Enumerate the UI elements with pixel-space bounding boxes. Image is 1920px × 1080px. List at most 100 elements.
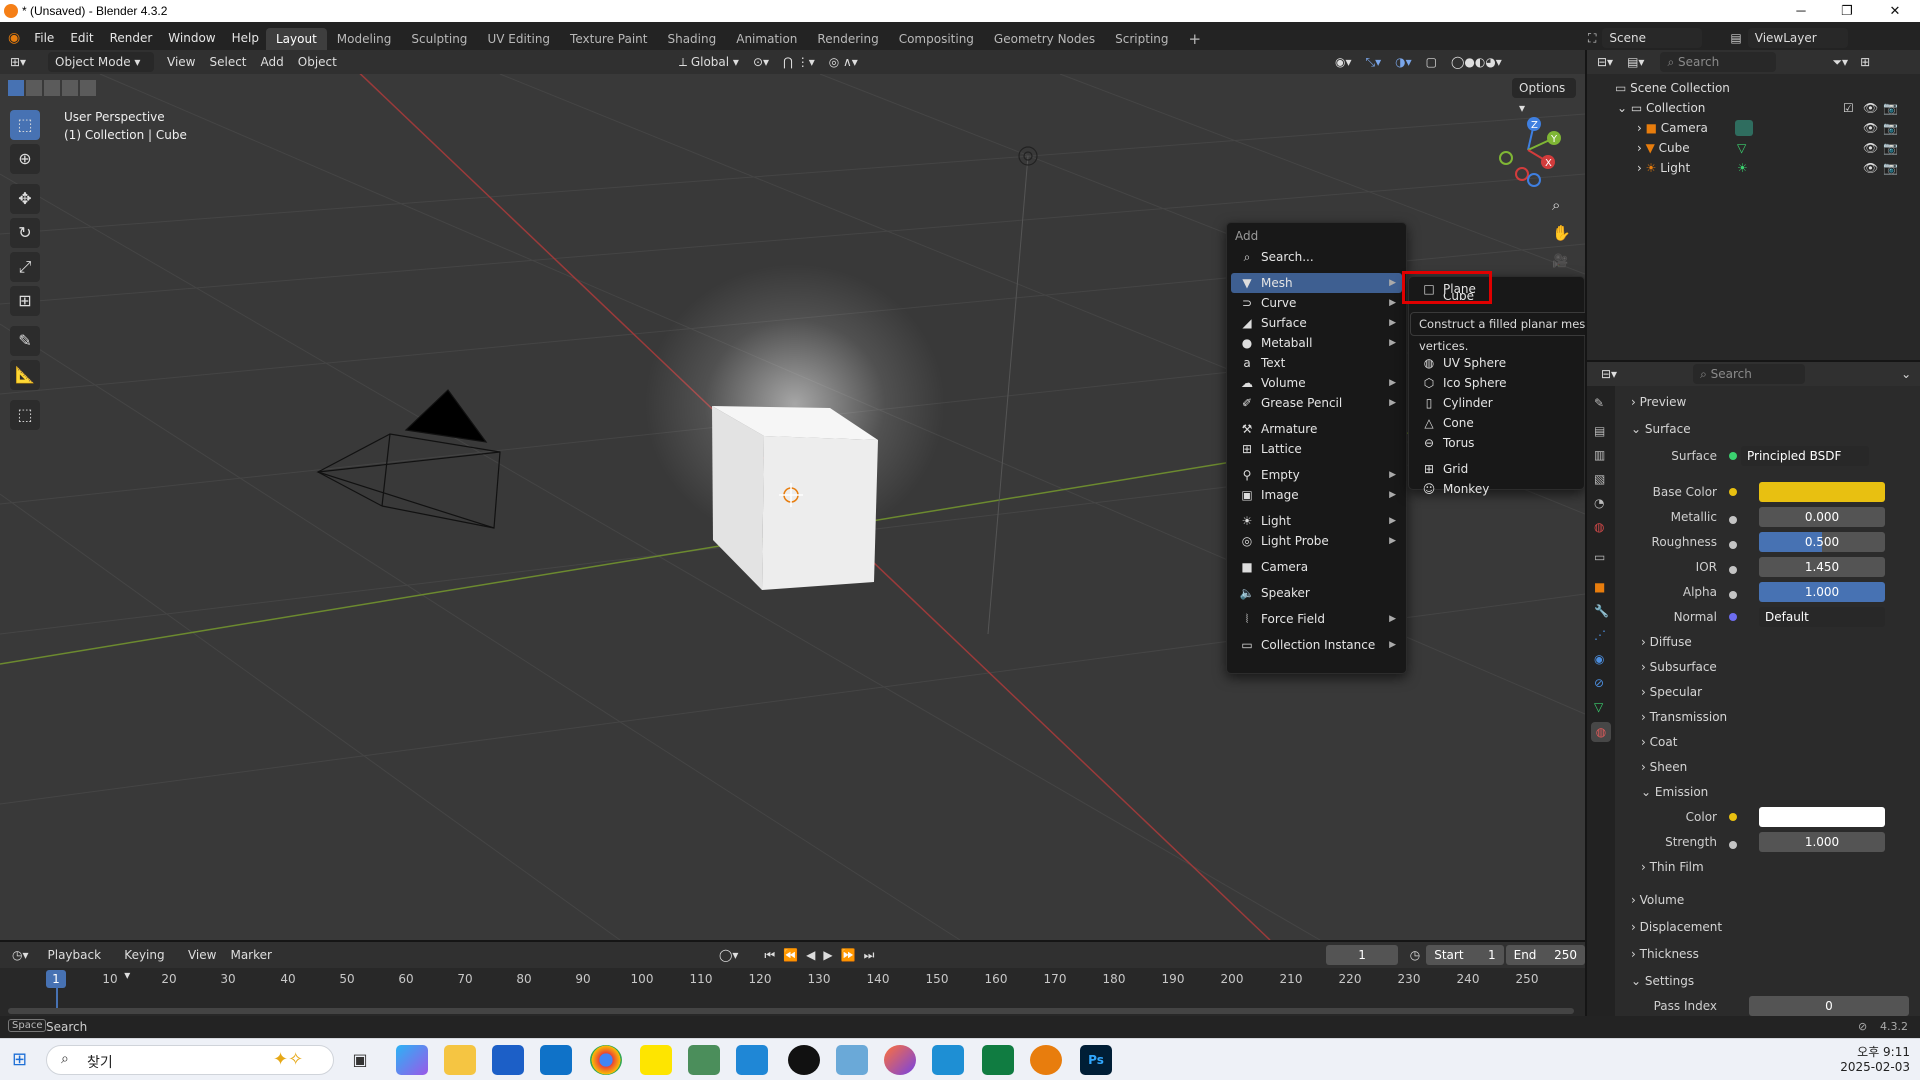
mesh-cylinder-item[interactable]: ▯ Cylinder: [1413, 393, 1580, 413]
mesh-monkey-item[interactable]: ☺ Monkey: [1413, 479, 1580, 499]
mesh-torus-item[interactable]: ⊖ Torus: [1413, 433, 1580, 453]
shading-modes-icon[interactable]: ◯●◐◕▾: [1444, 52, 1509, 72]
new-collection-icon[interactable]: ⊞: [1860, 55, 1870, 69]
collection-camera-icon[interactable]: 📷: [1883, 98, 1898, 118]
data-tab-icon[interactable]: ▽: [1594, 700, 1603, 714]
thickness-section[interactable]: › Thickness: [1631, 944, 1699, 964]
tab-shading[interactable]: Shading: [657, 28, 726, 50]
current-frame-field[interactable]: 1: [1326, 945, 1398, 965]
play-icon[interactable]: ▶: [823, 948, 832, 962]
collection-eye-icon[interactable]: 👁: [1863, 98, 1878, 118]
add-menu-camera[interactable]: ■ Camera: [1231, 557, 1402, 577]
tab-animation[interactable]: Animation: [726, 28, 807, 50]
outliner-item-camera[interactable]: › ■ Camera 👁 📷: [1637, 118, 1917, 138]
file-explorer-icon[interactable]: [444, 1045, 476, 1075]
add-menu-grease-pencil[interactable]: ✐ Grease Pencil ▶: [1231, 393, 1402, 413]
add-menu-lattice[interactable]: ⊞ Lattice: [1231, 439, 1402, 459]
select-extend-icon[interactable]: [26, 80, 42, 96]
maximize-button[interactable]: ❐: [1824, 0, 1870, 22]
view-layer-tab-icon[interactable]: ▧: [1594, 472, 1605, 486]
kakaotalk-icon[interactable]: [640, 1045, 672, 1075]
outliner-item-light[interactable]: › ☀ Light ☀ 👁 📷: [1637, 158, 1917, 178]
menu-add[interactable]: Add: [254, 52, 291, 72]
transmission-section[interactable]: › Transmission: [1641, 707, 1727, 727]
pan-hand-icon[interactable]: ✋: [1552, 224, 1571, 242]
jump-keyframe-forward-icon[interactable]: ⏩: [841, 948, 856, 962]
volume-section[interactable]: › Volume: [1631, 890, 1684, 910]
constraints-tab-icon[interactable]: ⊘: [1594, 676, 1604, 690]
record-icon[interactable]: [788, 1045, 820, 1075]
add-menu-curve[interactable]: ⊃ Curve ▶: [1231, 293, 1402, 313]
tab-geometry-nodes[interactable]: Geometry Nodes: [984, 28, 1105, 50]
collection-tab-icon[interactable]: ▭: [1594, 550, 1605, 564]
visibility-icon[interactable]: ◉▾: [1328, 52, 1359, 72]
properties-search-input[interactable]: ⌕ Search: [1693, 364, 1806, 384]
task-view-icon[interactable]: ▣: [344, 1045, 376, 1075]
light-render-icon[interactable]: 📷: [1883, 158, 1898, 178]
add-menu-volume[interactable]: ☁ Volume ▶: [1231, 373, 1402, 393]
3d-viewport[interactable]: User Perspective (1) Collection | Cube ⬚…: [0, 74, 1585, 940]
keying-menu[interactable]: Keying ▾: [117, 945, 181, 982]
cube-render-icon[interactable]: 📷: [1883, 138, 1898, 158]
outliner-search-input[interactable]: ⌕ Search: [1660, 52, 1777, 72]
copilot-app-icon[interactable]: [396, 1045, 428, 1075]
taskbar-search-box[interactable]: ⌕ 찾기 ✦✧: [46, 1045, 334, 1075]
vscode-icon[interactable]: [736, 1045, 768, 1075]
tab-compositing[interactable]: Compositing: [889, 28, 984, 50]
viewlayer-selector[interactable]: ViewLayer: [1747, 28, 1848, 48]
select-subtract-icon[interactable]: [44, 80, 60, 96]
menu-window[interactable]: Window: [160, 27, 223, 49]
tab-rendering[interactable]: Rendering: [807, 28, 888, 50]
transform-tool-icon[interactable]: ⊞: [10, 286, 40, 316]
add-menu-image[interactable]: ▣ Image ▶: [1231, 485, 1402, 505]
timeline-view-menu[interactable]: View: [181, 945, 223, 965]
menu-view[interactable]: View: [160, 52, 202, 72]
tab-layout[interactable]: Layout: [266, 28, 327, 50]
scene-selector[interactable]: Scene: [1602, 28, 1703, 48]
notes-app-icon[interactable]: [836, 1045, 868, 1075]
overlay-toggle-icon[interactable]: ◑▾: [1388, 52, 1419, 72]
marker-menu[interactable]: Marker: [223, 945, 278, 965]
modifier-tab-icon[interactable]: 🔧: [1594, 604, 1609, 618]
outlook-icon[interactable]: [540, 1045, 572, 1075]
settings-section[interactable]: ⌄ Settings: [1631, 971, 1694, 991]
timeline-scrollbar[interactable]: [8, 1008, 1574, 1014]
coat-section[interactable]: › Coat: [1641, 732, 1677, 752]
add-menu-empty[interactable]: ⚲ Empty ▶: [1231, 465, 1402, 485]
surface-shader-field[interactable]: Principled BSDF: [1741, 446, 1869, 466]
photoshop-icon[interactable]: Ps: [1080, 1045, 1112, 1075]
tool-tab-icon[interactable]: ✎: [1594, 396, 1604, 410]
object-tab-icon[interactable]: ■: [1594, 580, 1605, 594]
add-menu-search[interactable]: ⌕ Search...: [1231, 247, 1402, 267]
annotate-tool-icon[interactable]: ✎: [10, 326, 40, 356]
filter-icon[interactable]: ⏷▾: [1832, 55, 1848, 70]
calculator-icon[interactable]: [688, 1045, 720, 1075]
excel-icon[interactable]: [982, 1045, 1014, 1075]
world-tab-icon[interactable]: ◍: [1594, 520, 1604, 534]
camera-eye-icon[interactable]: 👁: [1863, 118, 1878, 138]
editor-type-icon[interactable]: ⊞▾: [10, 55, 36, 69]
tab-uv-editing[interactable]: UV Editing: [477, 28, 560, 50]
thin-film-section[interactable]: › Thin Film: [1641, 857, 1704, 877]
zoom-icon[interactable]: ⌕: [1552, 196, 1560, 214]
outliner-editor-icon[interactable]: ⊟▾: [1597, 55, 1613, 69]
outliner-item-cube[interactable]: › ▼ Cube ▽ 👁 📷: [1637, 138, 1917, 158]
select-box-tool-icon[interactable]: ⬚: [10, 110, 40, 140]
tab-texture-paint[interactable]: Texture Paint: [560, 28, 657, 50]
ior-field[interactable]: 1.450: [1759, 557, 1885, 577]
roughness-slider[interactable]: 0.500: [1759, 532, 1885, 552]
particles-tab-icon[interactable]: ⋰: [1594, 628, 1606, 642]
surface-section[interactable]: ⌄ Surface: [1631, 419, 1691, 439]
menu-object[interactable]: Object: [291, 52, 344, 72]
proportional-edit-icon[interactable]: ◎ ∧▾: [822, 52, 865, 72]
outliner-scene-collection[interactable]: ▭ Scene Collection: [1615, 78, 1730, 98]
cursor-tool-icon[interactable]: ⊕: [10, 144, 40, 174]
add-menu-force-field[interactable]: ⦚ Force Field ▶: [1231, 609, 1402, 629]
firefox-icon[interactable]: [884, 1045, 916, 1075]
pivot-icon[interactable]: ⊙▾: [746, 52, 776, 72]
close-button[interactable]: ✕: [1872, 0, 1918, 22]
emission-color-swatch[interactable]: [1759, 807, 1885, 827]
preview-range-icon[interactable]: ◷: [1410, 948, 1420, 962]
options-dropdown[interactable]: Options ▾: [1512, 78, 1576, 115]
scene-tab-icon[interactable]: ◔: [1594, 496, 1604, 510]
